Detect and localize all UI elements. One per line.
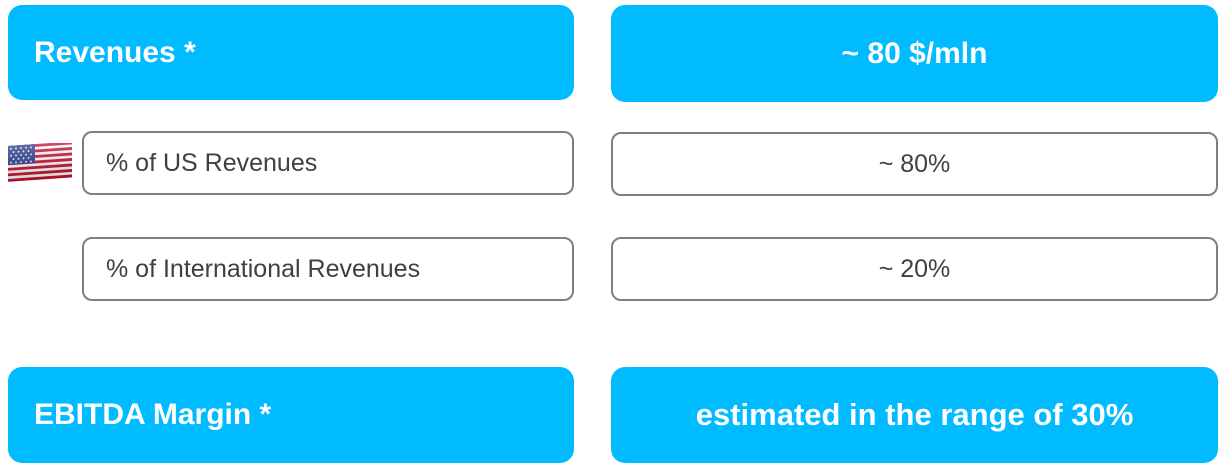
us-revenues-label-box: % of US Revenues xyxy=(82,131,574,195)
us-revenues-value-box: ~ 80% xyxy=(611,132,1218,196)
international-revenues-label: % of International Revenues xyxy=(106,254,421,283)
revenues-value: ~ 80 $/mln xyxy=(841,36,988,70)
us-flag-icon xyxy=(8,143,72,182)
international-revenues-label-box: % of International Revenues xyxy=(82,237,574,301)
ebitda-margin-value-box: estimated in the range of 30% xyxy=(611,367,1218,463)
revenues-label-box: Revenues * xyxy=(8,5,574,100)
revenues-value-box: ~ 80 $/mln xyxy=(611,5,1218,102)
us-revenues-value: ~ 80% xyxy=(878,149,951,178)
ebitda-margin-value: estimated in the range of 30% xyxy=(695,397,1134,432)
us-revenues-label: % of US Revenues xyxy=(106,148,318,177)
ebitda-margin-label-box: EBITDA Margin * xyxy=(8,367,574,463)
revenues-label: Revenues * xyxy=(34,35,196,69)
international-revenues-value-box: ~ 20% xyxy=(611,237,1218,301)
international-revenues-value: ~ 20% xyxy=(878,254,951,283)
ebitda-margin-label: EBITDA Margin * xyxy=(34,398,272,431)
